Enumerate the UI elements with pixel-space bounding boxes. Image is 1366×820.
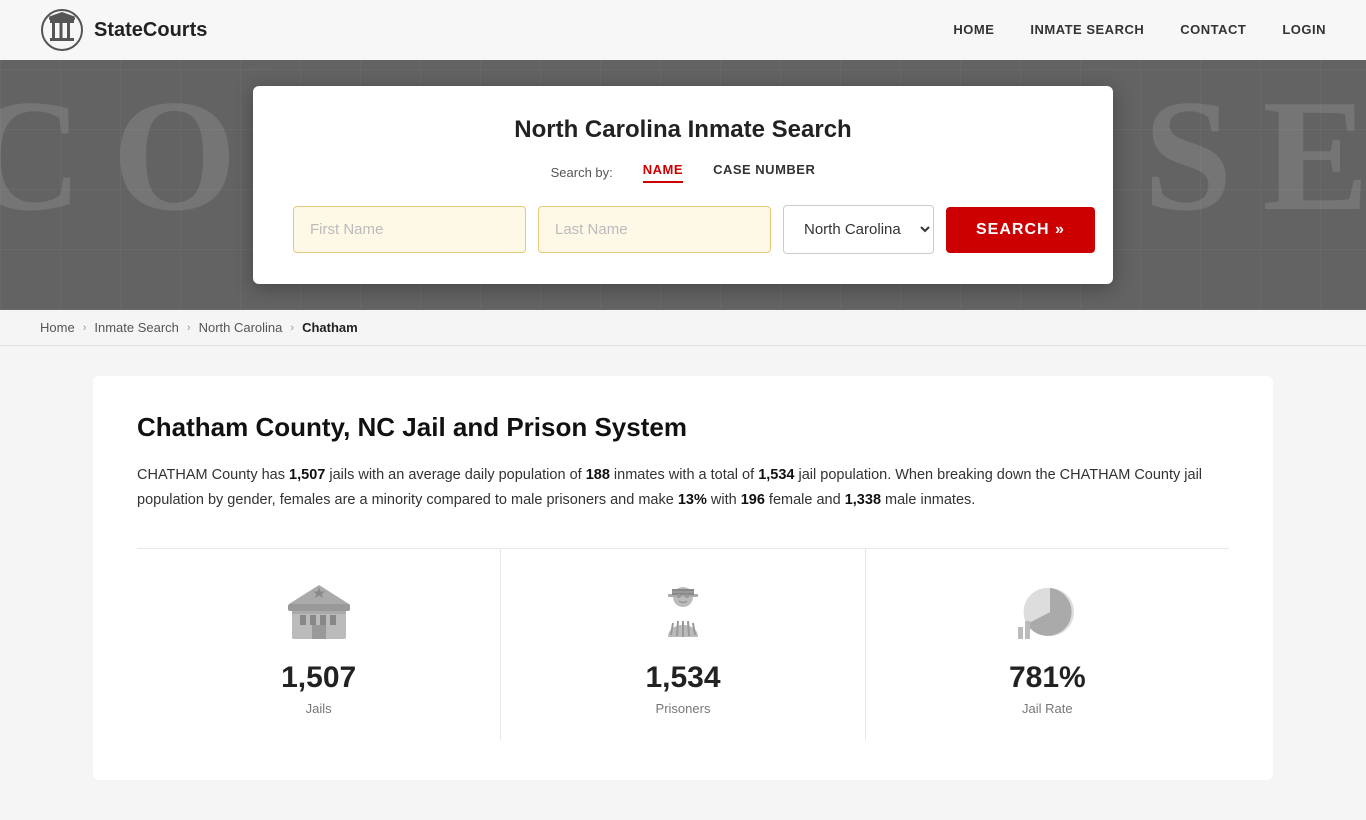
stat-prisoners: 1,534 Prisoners (501, 549, 865, 740)
logo-link[interactable]: StateCourts (40, 8, 207, 52)
search-card: North Carolina Inmate Search Search by: … (253, 86, 1113, 284)
content-card: Chatham County, NC Jail and Prison Syste… (93, 376, 1273, 780)
nav-contact[interactable]: CONTACT (1180, 22, 1246, 37)
search-form-row: North Carolina Alabama Alaska California… (293, 205, 1073, 254)
breadcrumb-sep-2: › (187, 322, 191, 334)
jail-rate-icon (1012, 577, 1082, 647)
desc-pct: 13% (678, 492, 707, 508)
desc-end: male inmates. (881, 492, 975, 508)
stat-jail-rate-number: 781% (1009, 661, 1086, 695)
desc-mid4: with (707, 492, 741, 508)
desc-female: 196 (741, 492, 765, 508)
breadcrumb-home[interactable]: Home (40, 320, 75, 335)
search-tabs: Search by: NAME CASE NUMBER (293, 162, 1073, 183)
navbar: StateCourts HOME INMATE SEARCH CONTACT L… (0, 0, 1366, 60)
content-title: Chatham County, NC Jail and Prison Syste… (137, 412, 1229, 443)
state-select[interactable]: North Carolina Alabama Alaska California… (783, 205, 934, 254)
stat-jail-rate: 781% Jail Rate (866, 549, 1229, 740)
search-by-label: Search by: (551, 165, 613, 180)
stat-jails-label: Jails (306, 701, 332, 716)
desc-avg-pop: 188 (586, 467, 610, 483)
logo-icon (40, 8, 84, 52)
nav-home[interactable]: HOME (953, 22, 994, 37)
breadcrumb-sep-1: › (83, 322, 87, 334)
desc-mid5: female and (765, 492, 845, 508)
jails-icon (284, 577, 354, 647)
nav-inmate-search[interactable]: INMATE SEARCH (1030, 22, 1144, 37)
stat-jails: 1,507 Jails (137, 549, 501, 740)
search-card-title: North Carolina Inmate Search (293, 116, 1073, 144)
breadcrumb-sep-3: › (290, 322, 294, 334)
first-name-input[interactable] (293, 206, 526, 253)
brand-name: StateCourts (94, 19, 207, 42)
stat-prisoners-number: 1,534 (645, 661, 720, 695)
search-card-wrapper: North Carolina Inmate Search Search by: … (0, 60, 1366, 310)
desc-male: 1,338 (845, 492, 881, 508)
content-description: CHATHAM County has 1,507 jails with an a… (137, 463, 1229, 512)
stat-prisoners-label: Prisoners (656, 701, 711, 716)
desc-jails: 1,507 (289, 467, 325, 483)
breadcrumb-inmate-search[interactable]: Inmate Search (94, 320, 179, 335)
desc-mid2: inmates with a total of (610, 467, 758, 483)
search-button[interactable]: SEARCH » (946, 207, 1095, 253)
breadcrumb: Home › Inmate Search › North Carolina › … (0, 310, 1366, 346)
prisoners-icon (648, 577, 718, 647)
nav-login[interactable]: LOGIN (1282, 22, 1326, 37)
breadcrumb-current: Chatham (302, 320, 358, 335)
breadcrumb-state[interactable]: North Carolina (199, 320, 283, 335)
tab-case-number[interactable]: CASE NUMBER (713, 162, 815, 183)
desc-intro: CHATHAM County has (137, 467, 289, 483)
stat-jail-rate-label: Jail Rate (1022, 701, 1073, 716)
stats-row: 1,507 Jails (137, 548, 1229, 740)
last-name-input[interactable] (538, 206, 771, 253)
tab-name[interactable]: NAME (643, 162, 683, 183)
stat-jails-number: 1,507 (281, 661, 356, 695)
main-content: Chatham County, NC Jail and Prison Syste… (0, 346, 1366, 820)
desc-mid1: jails with an average daily population o… (325, 467, 585, 483)
nav-links: HOME INMATE SEARCH CONTACT LOGIN (953, 21, 1326, 39)
desc-total: 1,534 (758, 467, 794, 483)
